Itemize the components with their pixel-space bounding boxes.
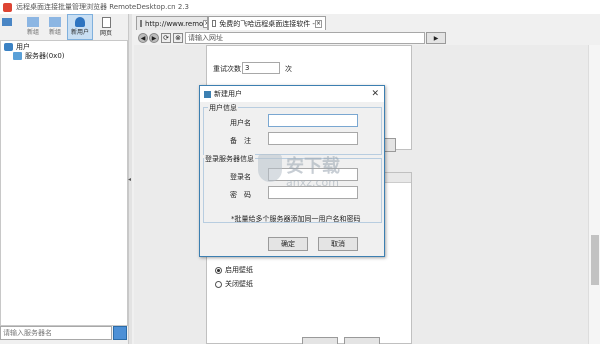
tab-remote-label: http://www.remo xyxy=(145,19,204,28)
toolbar-new-user-button[interactable]: 新用户 xyxy=(67,14,93,40)
batch-hint: *批量给多个服务器添加同一用户名和密码 xyxy=(231,215,361,223)
toolbar-label: 新组 xyxy=(26,29,39,36)
cancel-label: 取消 xyxy=(331,240,345,248)
radio-disable-label: 关闭壁纸 xyxy=(225,280,253,288)
tree-child-label: 服务器(0x0) xyxy=(25,52,65,60)
note-input[interactable] xyxy=(268,132,358,145)
server-search-input[interactable]: 请输入服务器名 xyxy=(0,326,112,340)
username-input[interactable] xyxy=(268,114,358,127)
window-title: 远程桌面连接批量管理浏览器 RemoteDesktop.cn 2.3 xyxy=(16,3,189,11)
toolbar-new-group-button-2[interactable]: 新组 xyxy=(44,15,66,39)
watermark: 安下载 anxz.com xyxy=(258,150,368,198)
tree-child-item[interactable]: 服务器(0x0) xyxy=(13,51,65,61)
user-info-group-label: 用户信息 xyxy=(208,103,238,113)
note-label: 备 注 xyxy=(230,137,251,145)
radio-disable-wallpaper[interactable]: 关闭壁纸 xyxy=(215,279,253,289)
retry-label: 重试次数 xyxy=(213,65,241,73)
toolbar-label: 新组 xyxy=(48,29,61,36)
ok-button[interactable]: 确定 xyxy=(268,237,308,251)
title-bar: 远程桌面连接批量管理浏览器 RemoteDesktop.cn 2.3 xyxy=(0,0,600,14)
user-icon xyxy=(75,17,85,27)
username-label: 用户名 xyxy=(230,119,251,127)
tab-active-page[interactable]: 免费的飞哈远程桌面连接软件 - × xyxy=(208,16,326,30)
vertical-scrollbar[interactable] xyxy=(588,45,600,344)
folder-icon xyxy=(49,17,61,27)
back-icon[interactable]: ◀ xyxy=(138,33,148,43)
retry-unit: 次 xyxy=(285,65,292,73)
tab-active-label: 免费的飞哈远程桌面连接软件 - xyxy=(219,19,315,28)
retry-value: 3 xyxy=(245,64,250,72)
refresh-icon[interactable]: ⟳ xyxy=(161,33,171,43)
close-icon[interactable]: × xyxy=(314,19,322,28)
toolbar-web-button[interactable]: 网页 xyxy=(95,15,117,39)
server-tree: 用户 服务器(0x0) xyxy=(0,40,128,326)
page-tab-icon xyxy=(212,20,217,27)
login-info-group-label: 登录服务器信息 xyxy=(204,154,255,164)
ok-label: 确定 xyxy=(281,240,295,248)
radio-selected-icon xyxy=(215,266,222,274)
page-icon xyxy=(101,17,111,28)
toolbar-new-group-button[interactable]: 新组 xyxy=(22,15,44,39)
server-icon xyxy=(13,52,22,60)
login-name-label: 登录名 xyxy=(230,173,251,181)
radio-unselected-icon xyxy=(215,280,222,288)
monitor-icon[interactable] xyxy=(113,326,127,340)
bottom-button-1[interactable] xyxy=(302,337,338,344)
collapse-arrow-icon[interactable]: ◂ xyxy=(128,176,132,183)
address-input[interactable]: 请输入网址 xyxy=(185,32,425,44)
password-label: 密 码 xyxy=(230,191,251,199)
users-icon xyxy=(4,43,13,51)
bottom-button-2[interactable] xyxy=(344,337,380,344)
dialog-app-icon xyxy=(204,90,211,98)
tab-remote[interactable]: http://www.remo × xyxy=(136,16,208,30)
watermark-domain: anxz.com xyxy=(286,176,339,189)
cancel-button[interactable]: 取消 xyxy=(318,237,358,251)
dialog-title: 新建用户 xyxy=(214,90,242,98)
page-tab-icon xyxy=(140,20,142,27)
toolbar-dropdown-icon[interactable] xyxy=(2,18,16,30)
radio-enable-wallpaper[interactable]: 启用壁纸 xyxy=(215,265,253,275)
radio-enable-label: 启用壁纸 xyxy=(225,266,253,274)
stop-icon[interactable]: ⊗ xyxy=(173,33,183,43)
server-search-placeholder: 请输入服务器名 xyxy=(3,329,52,337)
scroll-thumb[interactable] xyxy=(591,235,599,285)
shield-watermark-icon xyxy=(258,154,282,182)
go-button[interactable]: ▶ xyxy=(426,32,446,44)
folder-icon xyxy=(27,17,39,27)
close-icon[interactable]: ✕ xyxy=(371,89,379,99)
address-placeholder: 请输入网址 xyxy=(188,34,223,42)
toolbar: 新组 新组 新用户 网页 xyxy=(0,14,130,40)
dialog-title-bar: 新建用户 ✕ xyxy=(200,86,384,102)
forward-icon[interactable]: ▶ xyxy=(149,33,159,43)
watermark-text: 安下载 xyxy=(286,156,340,177)
app-icon xyxy=(3,2,12,12)
retry-input[interactable]: 3 xyxy=(242,62,280,74)
toolbar-label: 新用户 xyxy=(70,29,89,36)
toolbar-label: 网页 xyxy=(99,30,112,37)
